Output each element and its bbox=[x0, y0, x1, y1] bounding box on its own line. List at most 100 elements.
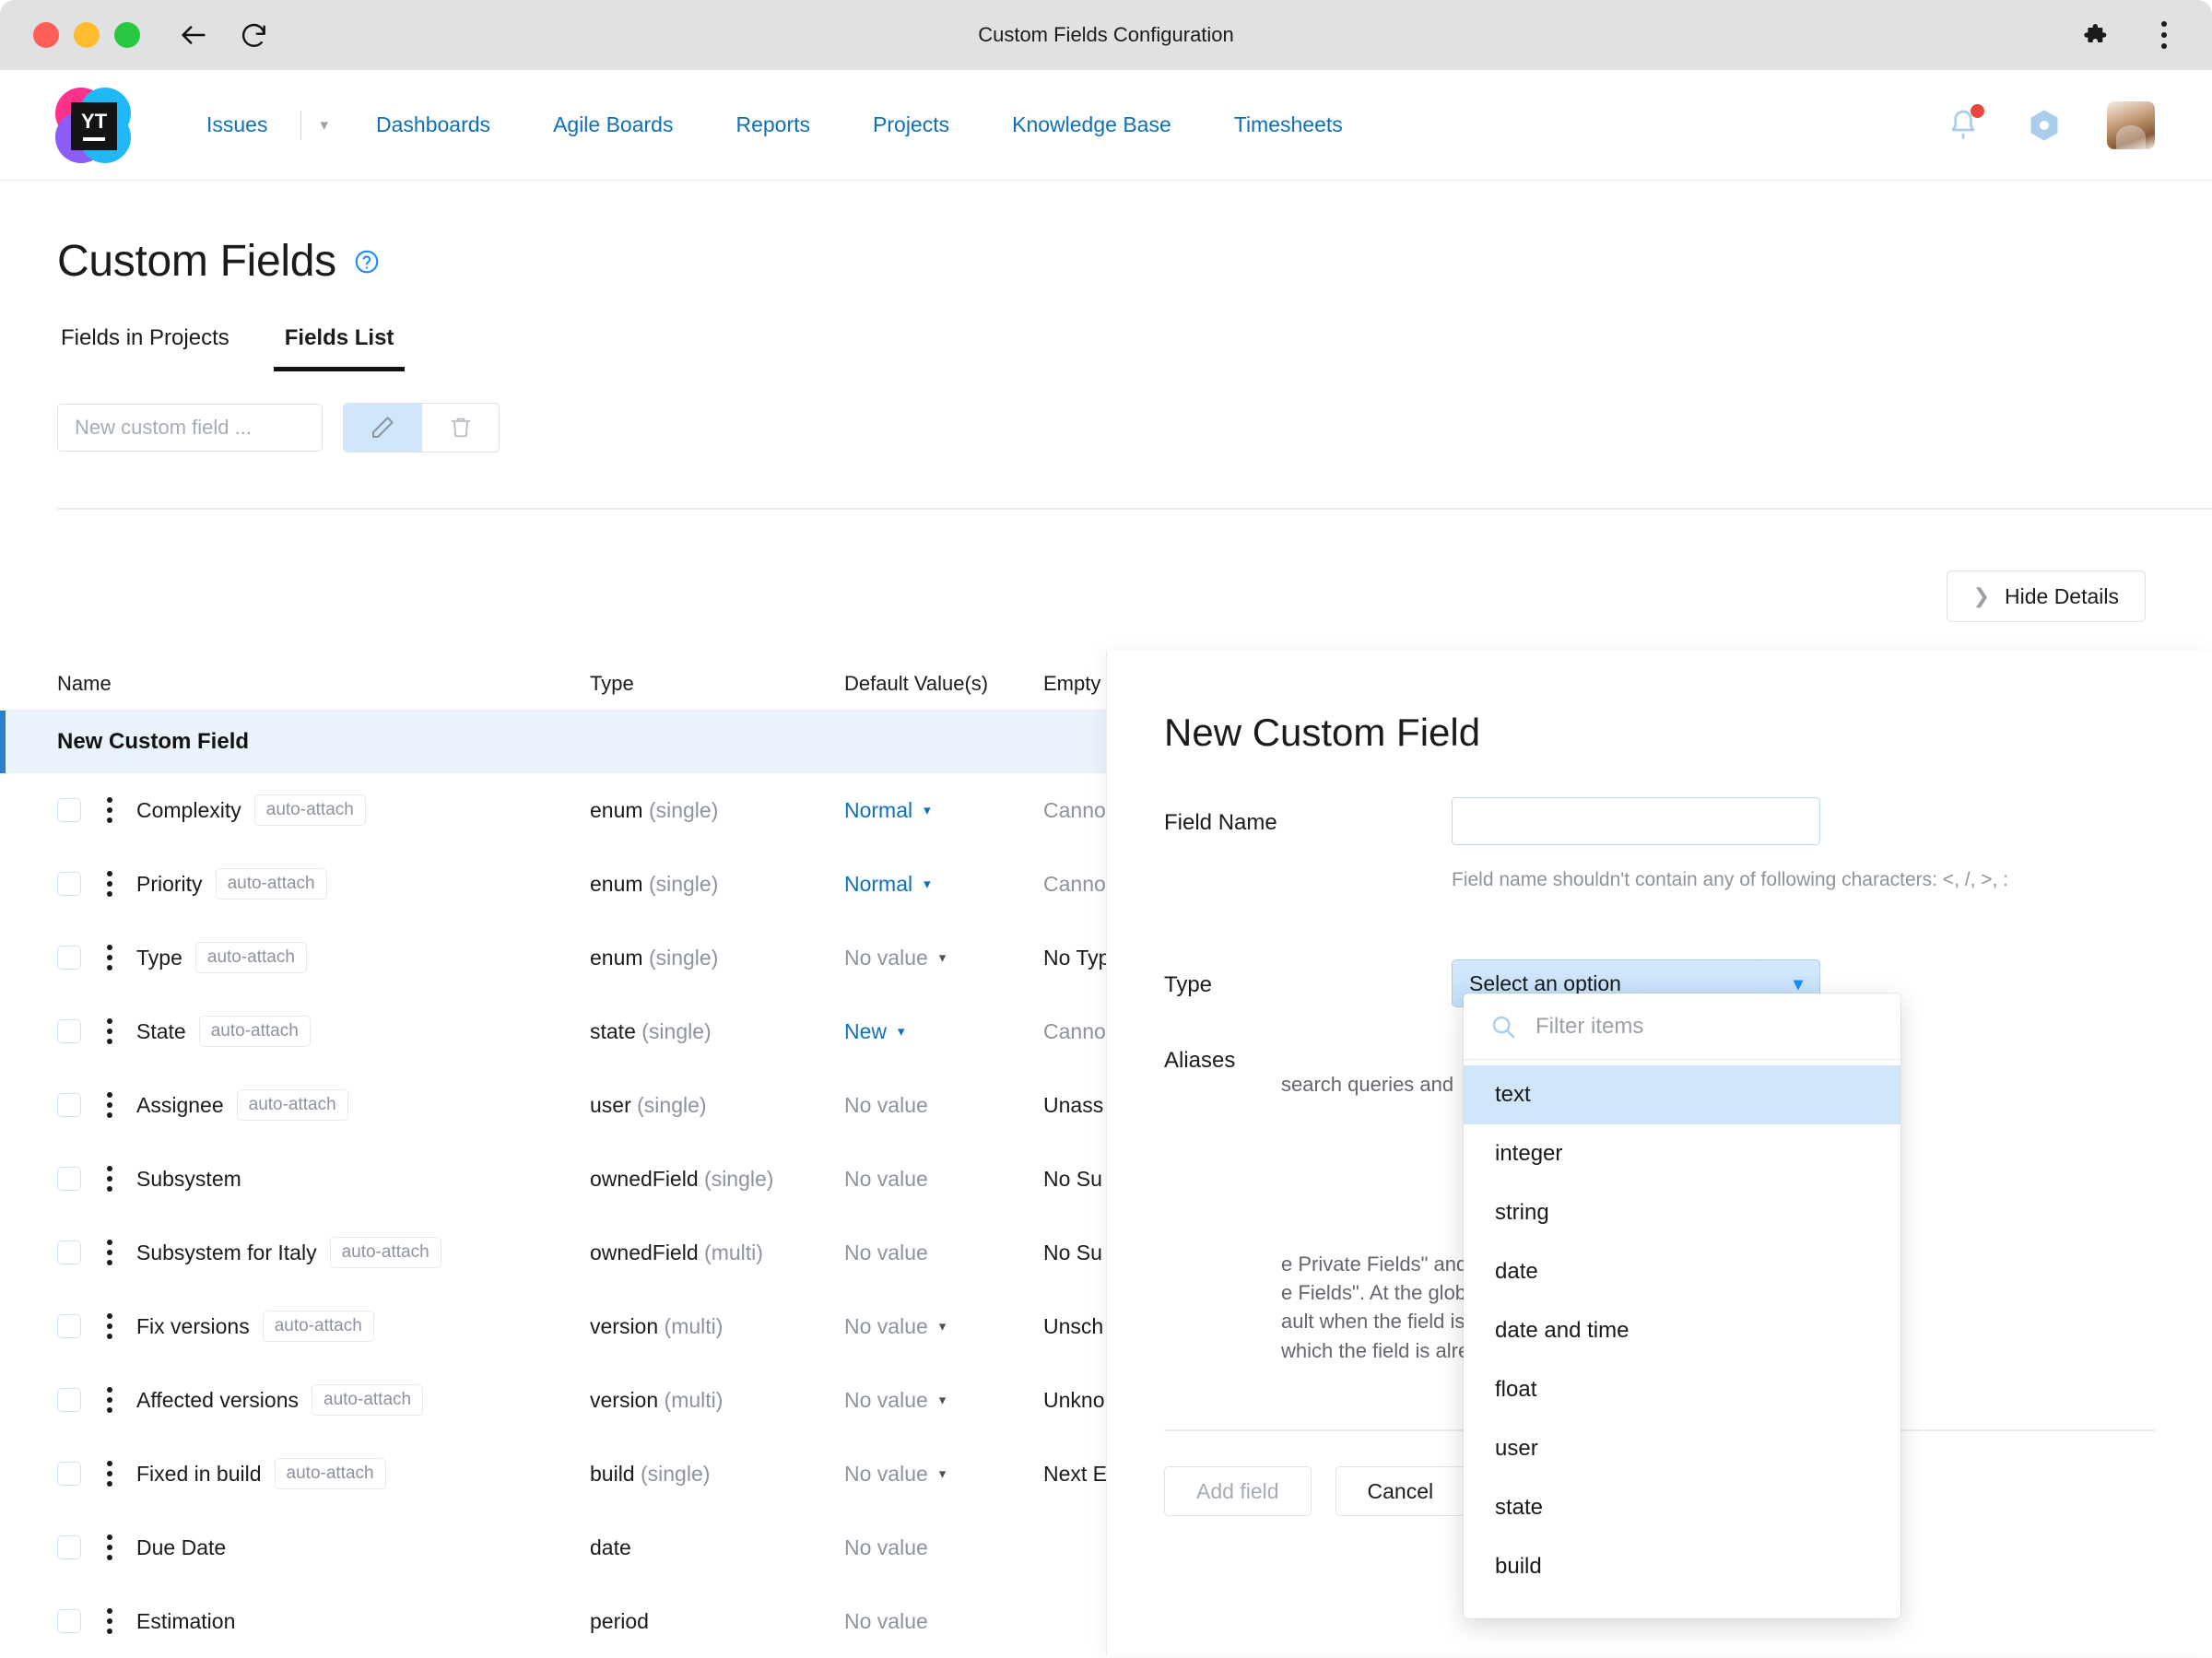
cell-name: Subsystem for Italy auto-attach bbox=[0, 1237, 590, 1268]
cell-type: version (multi) bbox=[590, 1313, 724, 1338]
row-checkbox[interactable] bbox=[57, 1462, 81, 1486]
nav-item-projects[interactable]: Projects bbox=[841, 112, 981, 137]
row-checkbox[interactable] bbox=[57, 1388, 81, 1412]
chevron-down-icon[interactable]: ▾ bbox=[939, 1318, 947, 1335]
chevron-down-icon[interactable]: ▾ bbox=[939, 1465, 947, 1482]
dropdown-option[interactable]: float bbox=[1464, 1360, 1900, 1419]
pencil-icon[interactable] bbox=[344, 404, 421, 452]
row-checkbox[interactable] bbox=[57, 1609, 81, 1633]
new-custom-field-input[interactable] bbox=[57, 404, 323, 452]
default-value-text: No value bbox=[844, 1092, 928, 1117]
page-title: Custom Fields bbox=[57, 237, 336, 286]
row-menu-icon[interactable] bbox=[107, 1018, 114, 1044]
maximize-window-button[interactable] bbox=[114, 22, 140, 48]
dropdown-option[interactable]: string bbox=[1464, 1183, 1900, 1242]
row-menu-icon[interactable] bbox=[107, 871, 114, 897]
chevron-down-icon[interactable]: ▾ bbox=[939, 949, 947, 966]
row-menu-icon[interactable] bbox=[107, 1313, 114, 1339]
row-checkbox[interactable] bbox=[57, 1241, 81, 1264]
chevron-down-icon[interactable]: ▾ bbox=[924, 876, 931, 892]
chevron-down-icon[interactable]: ▾ bbox=[303, 116, 345, 135]
youtrack-logo-icon[interactable]: YT bbox=[55, 87, 131, 163]
dropdown-filter-input[interactable] bbox=[1535, 1013, 1840, 1040]
dropdown-option[interactable]: date bbox=[1464, 1242, 1900, 1301]
logo-text: YT bbox=[80, 109, 108, 133]
row-checkbox[interactable] bbox=[57, 1314, 81, 1338]
row-menu-icon[interactable] bbox=[107, 1387, 114, 1413]
cell-type: ownedField (single) bbox=[590, 1166, 774, 1191]
dropdown-option[interactable]: integer bbox=[1464, 1124, 1900, 1183]
panel-title: New Custom Field bbox=[1164, 711, 1481, 754]
tabs-divider bbox=[57, 508, 2212, 510]
chevron-down-icon[interactable]: ▾ bbox=[924, 802, 931, 818]
kebab-menu-icon[interactable] bbox=[2147, 18, 2181, 52]
tab-fields-list[interactable]: Fields List bbox=[273, 325, 406, 371]
row-checkbox[interactable] bbox=[57, 1535, 81, 1559]
dropdown-option[interactable]: text bbox=[1464, 1065, 1900, 1124]
close-window-button[interactable] bbox=[33, 22, 59, 48]
dropdown-option[interactable]: user bbox=[1464, 1419, 1900, 1478]
row-menu-icon[interactable] bbox=[107, 945, 114, 970]
nav-item-dashboards[interactable]: Dashboards bbox=[345, 112, 522, 137]
row-menu-icon[interactable] bbox=[107, 1240, 114, 1265]
dropdown-options-list: text integer string date date and time float u… bbox=[1464, 1060, 1900, 1596]
puzzle-piece-icon[interactable] bbox=[2081, 18, 2114, 52]
avatar[interactable] bbox=[2107, 100, 2155, 149]
row-menu-icon[interactable] bbox=[107, 1461, 114, 1487]
row-menu-icon[interactable] bbox=[107, 1608, 114, 1634]
type-cardinality: (multi) bbox=[664, 1313, 724, 1338]
dropdown-option[interactable]: state bbox=[1464, 1478, 1900, 1537]
field-name-input[interactable] bbox=[1452, 797, 1820, 845]
row-checkbox[interactable] bbox=[57, 798, 81, 822]
default-value-text: No value bbox=[844, 1535, 928, 1559]
chevron-down-icon[interactable]: ▾ bbox=[898, 1023, 905, 1040]
auto-attach-tag: auto-attach bbox=[236, 1089, 348, 1121]
row-menu-icon[interactable] bbox=[107, 797, 114, 823]
tab-fields-in-projects[interactable]: Fields in Projects bbox=[57, 325, 233, 371]
bell-icon[interactable] bbox=[1945, 103, 1984, 145]
gear-icon[interactable] bbox=[2026, 107, 2063, 144]
reload-icon[interactable] bbox=[238, 18, 271, 52]
row-checkbox[interactable] bbox=[57, 872, 81, 896]
auto-attach-tag: auto-attach bbox=[312, 1384, 424, 1416]
toolbar-icon-group bbox=[343, 403, 500, 453]
auto-attach-tag: auto-attach bbox=[198, 1016, 311, 1047]
trash-icon[interactable] bbox=[421, 404, 499, 452]
minimize-window-button[interactable] bbox=[74, 22, 100, 48]
back-arrow-icon[interactable] bbox=[177, 18, 210, 52]
field-name: State bbox=[136, 1018, 186, 1043]
type-cardinality: (single) bbox=[637, 1092, 707, 1117]
auto-attach-tag: auto-attach bbox=[253, 794, 366, 826]
dropdown-option[interactable]: build bbox=[1464, 1537, 1900, 1596]
cell-default-value: No value bbox=[844, 1609, 1043, 1634]
cell-type: user (single) bbox=[590, 1092, 707, 1117]
hide-details-button[interactable]: ❯ Hide Details bbox=[1946, 570, 2146, 622]
auto-attach-tag: auto-attach bbox=[262, 1311, 374, 1342]
row-menu-icon[interactable] bbox=[107, 1092, 114, 1118]
row-menu-icon[interactable] bbox=[107, 1535, 114, 1560]
field-name: Estimation bbox=[136, 1608, 236, 1633]
app-header: YT Issues ▾ Dashboards Agile Boards Repo… bbox=[0, 70, 2212, 181]
row-checkbox[interactable] bbox=[57, 1167, 81, 1191]
row-menu-icon[interactable] bbox=[107, 1166, 114, 1192]
nav-item-reports[interactable]: Reports bbox=[704, 112, 841, 137]
panel-actions: Add field Cancel bbox=[1164, 1466, 1466, 1516]
field-name: Due Date bbox=[136, 1535, 227, 1559]
nav-item-knowledge-base[interactable]: Knowledge Base bbox=[981, 112, 1203, 137]
nav-item-issues[interactable]: Issues bbox=[175, 112, 299, 137]
row-checkbox[interactable] bbox=[57, 1093, 81, 1117]
nav-item-agile-boards[interactable]: Agile Boards bbox=[522, 112, 704, 137]
cancel-button[interactable]: Cancel bbox=[1335, 1466, 1466, 1516]
add-field-button[interactable]: Add field bbox=[1164, 1466, 1312, 1516]
field-name: Affected versions bbox=[136, 1387, 300, 1412]
row-checkbox[interactable] bbox=[57, 946, 81, 970]
dropdown-option[interactable]: date and time bbox=[1464, 1301, 1900, 1360]
cell-name: Fixed in build auto-attach bbox=[0, 1458, 590, 1489]
cell-type: build (single) bbox=[590, 1461, 711, 1486]
header-actions bbox=[1945, 100, 2155, 149]
nav-item-timesheets[interactable]: Timesheets bbox=[1203, 112, 1374, 137]
cell-name: Assignee auto-attach bbox=[0, 1089, 590, 1121]
row-checkbox[interactable] bbox=[57, 1019, 81, 1043]
chevron-down-icon[interactable]: ▾ bbox=[939, 1392, 947, 1408]
question-circle-icon[interactable] bbox=[353, 248, 381, 276]
